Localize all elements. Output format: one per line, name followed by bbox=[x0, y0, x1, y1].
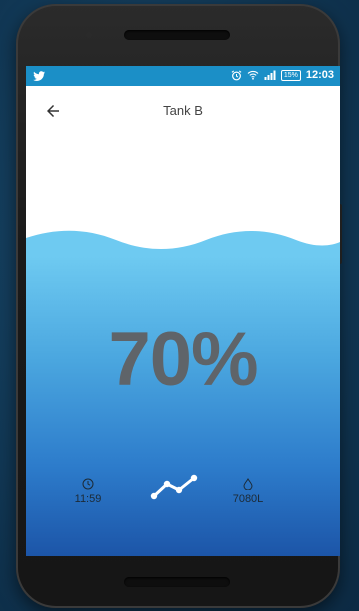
app-screen: 15% 12:03 Tank B 70% 11:59 7080L bbox=[26, 66, 340, 556]
volume-value: 7080L bbox=[232, 493, 264, 505]
clock-icon bbox=[82, 478, 94, 490]
status-bar: 15% 12:03 bbox=[26, 66, 340, 86]
fill-percentage: 70% bbox=[108, 317, 258, 402]
alarm-icon bbox=[231, 70, 242, 80]
last-update-time: 11:59 bbox=[74, 493, 102, 505]
water-drop-icon bbox=[243, 478, 253, 490]
wifi-icon bbox=[247, 70, 259, 80]
twitter-icon bbox=[33, 71, 46, 81]
bottom-speaker bbox=[124, 577, 230, 587]
page-title: Tank B bbox=[163, 103, 203, 118]
status-time: 12:03 bbox=[305, 69, 334, 81]
volume-stat: 7080L bbox=[226, 478, 270, 505]
front-camera bbox=[86, 32, 92, 38]
water-body bbox=[26, 256, 340, 556]
app-bar: Tank B bbox=[26, 86, 340, 136]
top-speaker bbox=[124, 30, 230, 40]
battery-icon: 15% bbox=[280, 69, 301, 81]
signal-icon bbox=[264, 70, 276, 80]
last-update-stat: 11:59 bbox=[70, 478, 106, 505]
line-chart-icon[interactable] bbox=[150, 470, 202, 502]
